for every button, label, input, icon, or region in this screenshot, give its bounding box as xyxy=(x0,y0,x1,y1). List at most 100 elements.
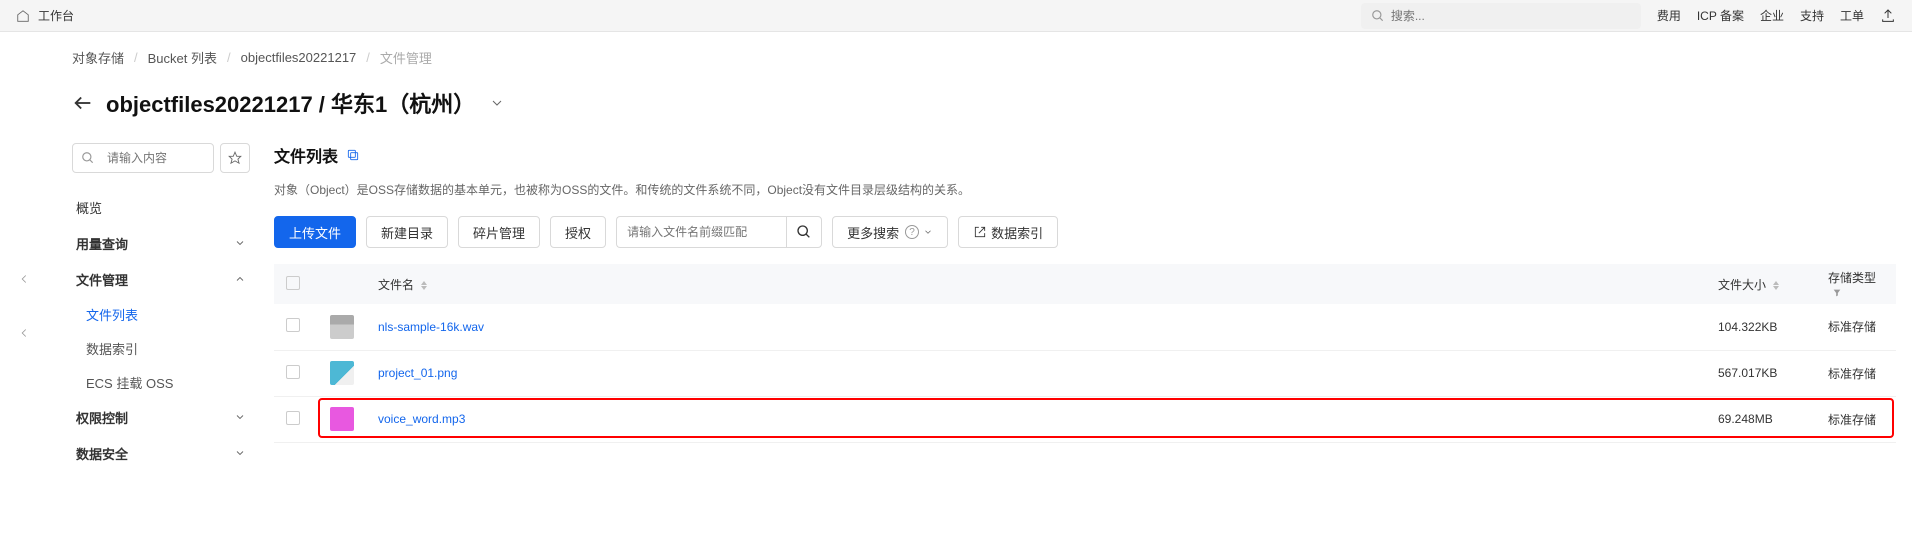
top-link-support[interactable]: 支持 xyxy=(1800,7,1824,24)
col-filename[interactable]: 文件名 xyxy=(366,264,1706,304)
table-row[interactable]: voice_word.mp3 69.248MB 标准存储 xyxy=(274,396,1896,442)
file-type-icon xyxy=(330,315,354,339)
sidebar-item-label: 用量查询 xyxy=(76,234,128,253)
table-row[interactable]: nls-sample-16k.wav 104.322KB 标准存储 xyxy=(274,304,1896,350)
star-icon xyxy=(228,151,242,165)
favorite-button[interactable] xyxy=(220,143,250,173)
sidebar: 概览 用量查询 文件管理 文件列表 数据索引 ECS 挂载 OSS 权限控制 xyxy=(72,143,250,471)
table-row[interactable]: project_01.png 567.017KB 标准存储 xyxy=(274,350,1896,396)
main-layout: 对象存储 / Bucket 列表 / objectfiles20221217 /… xyxy=(0,32,1912,471)
side-rail xyxy=(0,32,48,471)
help-icon: ? xyxy=(905,225,919,239)
col-storage-type[interactable]: 存储类型 xyxy=(1816,264,1896,304)
sidebar-sub-dataindex[interactable]: 数据索引 xyxy=(72,331,250,365)
sidebar-item-label: 数据安全 xyxy=(76,444,128,463)
chevron-up-icon xyxy=(234,273,246,285)
row-checkbox[interactable] xyxy=(286,411,300,425)
content-area: 对象存储 / Bucket 列表 / objectfiles20221217 /… xyxy=(48,32,1912,471)
breadcrumb-item-current: 文件管理 xyxy=(380,48,432,67)
storage-type: 标准存储 xyxy=(1816,304,1896,350)
sidebar-search-row xyxy=(72,143,250,173)
file-link[interactable]: nls-sample-16k.wav xyxy=(378,320,484,334)
col-checkbox xyxy=(274,264,318,304)
sidebar-item-access[interactable]: 权限控制 xyxy=(72,399,250,435)
sidebar-sub-filelist[interactable]: 文件列表 xyxy=(72,297,250,331)
file-size: 567.017KB xyxy=(1706,350,1816,396)
sidebar-search-box[interactable] xyxy=(72,143,214,173)
file-size: 104.322KB xyxy=(1706,304,1816,350)
chevron-left-icon[interactable] xyxy=(17,272,31,286)
data-index-button[interactable]: 数据索引 xyxy=(958,216,1058,248)
more-search-button[interactable]: 更多搜索 ? xyxy=(832,216,948,248)
row-checkbox[interactable] xyxy=(286,318,300,332)
file-table: 文件名 文件大小 存储类型 xyxy=(274,264,1896,443)
two-column: 概览 用量查询 文件管理 文件列表 数据索引 ECS 挂载 OSS 权限控制 xyxy=(72,143,1896,471)
auth-button[interactable]: 授权 xyxy=(550,216,606,248)
table-wrap: 文件名 文件大小 存储类型 xyxy=(274,264,1896,443)
chevron-down-icon xyxy=(923,227,933,237)
chevron-down-icon xyxy=(234,237,246,249)
file-type-icon xyxy=(330,407,354,431)
sidebar-item-label: 概览 xyxy=(76,198,102,217)
fragment-button[interactable]: 碎片管理 xyxy=(458,216,540,248)
sidebar-sub-ecsmount[interactable]: ECS 挂载 OSS xyxy=(72,365,250,399)
search-icon xyxy=(81,151,95,165)
chevron-down-icon[interactable] xyxy=(489,95,505,111)
col-header-label: 文件大小 xyxy=(1718,278,1766,292)
top-bar: 工作台 费用 ICP 备案 企业 支持 工单 xyxy=(0,0,1912,32)
top-link-enterprise[interactable]: 企业 xyxy=(1760,7,1784,24)
sidebar-nav: 概览 用量查询 文件管理 文件列表 数据索引 ECS 挂载 OSS 权限控制 xyxy=(72,189,250,471)
chevron-left-icon[interactable] xyxy=(17,326,31,340)
prefix-search xyxy=(616,216,822,248)
col-header-label: 文件名 xyxy=(378,278,414,292)
select-all-checkbox[interactable] xyxy=(286,276,300,290)
top-link-icp[interactable]: ICP 备案 xyxy=(1697,7,1744,24)
copy-icon[interactable] xyxy=(346,148,360,162)
main-panel: 文件列表 对象（Object）是OSS存储数据的基本单元，也被称为OSS的文件。… xyxy=(274,143,1896,471)
filter-icon xyxy=(1832,288,1842,298)
breadcrumb-sep: / xyxy=(134,50,138,65)
mkdir-button[interactable]: 新建目录 xyxy=(366,216,448,248)
search-icon xyxy=(1371,9,1385,23)
page-title-row: objectfiles20221217 / 华东1（杭州） xyxy=(72,87,1896,119)
breadcrumb-sep: / xyxy=(366,50,370,65)
panel-title: 文件列表 xyxy=(274,143,338,167)
page-title: objectfiles20221217 / 华东1（杭州） xyxy=(106,87,475,119)
col-icon-spacer xyxy=(318,264,366,304)
sidebar-item-usage[interactable]: 用量查询 xyxy=(72,225,250,261)
chevron-down-icon xyxy=(234,411,246,423)
workbench-label[interactable]: 工作台 xyxy=(38,7,74,24)
sidebar-item-overview[interactable]: 概览 xyxy=(72,189,250,225)
global-search-input[interactable] xyxy=(1391,9,1631,23)
search-icon xyxy=(796,224,812,240)
prefix-input[interactable] xyxy=(616,216,786,248)
breadcrumb: 对象存储 / Bucket 列表 / objectfiles20221217 /… xyxy=(72,48,1896,67)
top-link-ticket[interactable]: 工单 xyxy=(1840,7,1864,24)
file-link[interactable]: voice_word.mp3 xyxy=(378,412,465,426)
col-filesize[interactable]: 文件大小 xyxy=(1706,264,1816,304)
file-link[interactable]: project_01.png xyxy=(378,366,457,380)
share-icon[interactable] xyxy=(1880,8,1896,24)
sidebar-item-label: 文件管理 xyxy=(76,270,128,289)
back-arrow-icon[interactable] xyxy=(72,92,94,114)
sidebar-item-label: 权限控制 xyxy=(76,408,128,427)
sidebar-item-files[interactable]: 文件管理 xyxy=(72,261,250,297)
external-link-icon xyxy=(973,225,987,239)
prefix-search-button[interactable] xyxy=(786,216,822,248)
breadcrumb-item[interactable]: Bucket 列表 xyxy=(148,48,217,67)
sidebar-search-input[interactable] xyxy=(107,151,205,165)
storage-type: 标准存储 xyxy=(1816,350,1896,396)
breadcrumb-sep: / xyxy=(227,50,231,65)
sort-icon xyxy=(421,281,427,290)
upload-button[interactable]: 上传文件 xyxy=(274,216,356,248)
breadcrumb-item[interactable]: 对象存储 xyxy=(72,48,124,67)
sort-icon xyxy=(1773,281,1779,290)
home-icon xyxy=(16,9,30,23)
storage-type: 标准存储 xyxy=(1816,396,1896,442)
top-link-cost[interactable]: 费用 xyxy=(1657,7,1681,24)
sidebar-item-security[interactable]: 数据安全 xyxy=(72,435,250,471)
global-search[interactable] xyxy=(1361,3,1641,29)
row-checkbox[interactable] xyxy=(286,365,300,379)
breadcrumb-item[interactable]: objectfiles20221217 xyxy=(241,50,357,65)
panel-title-row: 文件列表 xyxy=(274,143,1896,167)
